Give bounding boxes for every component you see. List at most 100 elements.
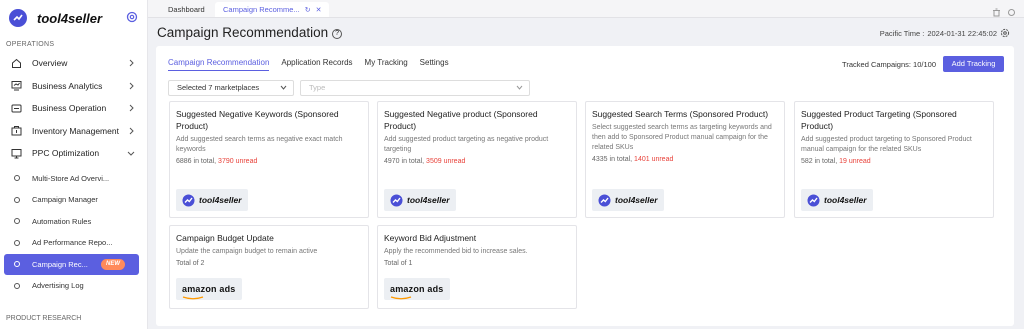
card-description: Apply the recommended bid to increase sa…	[384, 248, 528, 255]
unread-count: 1401 unread	[634, 156, 674, 163]
sidebar-subitem-label: Campaign Rec...	[32, 259, 88, 269]
add-tracking-button[interactable]: Add Tracking	[943, 56, 1004, 72]
sidebar-item-business-analytics[interactable]: Business Analytics	[0, 75, 147, 98]
page-title-text: Campaign Recommendation	[157, 25, 329, 40]
operation-icon	[11, 103, 22, 114]
brand-text: tool4seller	[824, 195, 867, 205]
sidebar-subitem-campaign-manager[interactable]: Campaign Manager	[0, 189, 147, 211]
chevron-down-icon	[127, 151, 135, 156]
total-count: 6886 in total,	[176, 158, 217, 165]
chevron-right-icon	[129, 59, 134, 67]
sidebar-item-label: Inventory Management	[32, 125, 119, 136]
tab-label: Campaign Recomme...	[223, 5, 300, 14]
logo-text: tool4seller	[37, 10, 103, 26]
amazon-smile-icon	[182, 295, 204, 299]
unread-count: 3509 unread	[426, 158, 466, 165]
time-value: 2024-01-31 22:45:02	[927, 28, 997, 38]
card-stats: 4335 in total, 1401 unread	[586, 153, 784, 163]
card-stats: 6886 in total, 3790 unread	[170, 155, 368, 165]
circle-icon	[14, 218, 20, 225]
subtab-my-tracking[interactable]: My Tracking	[365, 58, 408, 71]
trash-icon[interactable]	[992, 4, 1001, 17]
sidebar-subitem-label: Advertising Log	[32, 281, 84, 291]
marketplace-select-value: Selected 7 marketplaces	[177, 83, 260, 92]
card-campaign-budget-update[interactable]: Campaign Budget Update Update the campai…	[169, 225, 369, 309]
sidebar-item-label: Overview	[32, 58, 68, 69]
card-suggested-negative-keywords[interactable]: Suggested Negative Keywords (Sponsored P…	[169, 101, 369, 218]
chevron-right-icon	[129, 104, 134, 112]
unread-count: 19 unread	[839, 158, 871, 165]
help-icon[interactable]: ?	[332, 29, 343, 39]
time-label: Pacific Time :	[879, 28, 925, 38]
chevron-right-icon	[129, 127, 134, 134]
chevron-down-icon	[280, 85, 287, 90]
unread-count: 3790 unread	[218, 158, 258, 165]
new-badge: NEW	[101, 258, 125, 270]
section-label-operations: OPERATIONS	[6, 41, 55, 48]
amazon-smile-icon	[390, 295, 412, 299]
card-description: Update the campaign budget to remain act…	[176, 248, 318, 255]
chevron-down-icon	[516, 85, 523, 90]
sidebar-item-label: Business Operation	[32, 103, 107, 114]
sidebar-item-overview[interactable]: Overview	[0, 52, 147, 75]
total-count: Total of 1	[384, 260, 413, 267]
subtab-settings[interactable]: Settings	[420, 58, 449, 71]
gear-icon[interactable]	[125, 10, 139, 24]
total-count: Total of 2	[176, 260, 205, 267]
card-title: Campaign Budget Update	[176, 233, 274, 243]
card-title: Keyword Bid Adjustment	[384, 233, 477, 243]
sidebar-subitem-label: Campaign Manager	[32, 195, 98, 205]
refresh-icon[interactable]: ↻	[305, 3, 311, 18]
settings-icon[interactable]	[1000, 28, 1010, 38]
tool4seller-logo: tool4seller	[384, 189, 456, 211]
sidebar-item-label: Business Analytics	[32, 80, 103, 91]
subtab-campaign-recommendation[interactable]: Campaign Recommendation	[168, 58, 270, 71]
sidebar-item-business-operation[interactable]: Business Operation	[0, 97, 147, 120]
subtab-bar: Campaign Recommendation Application Reco…	[168, 58, 449, 71]
sidebar-subitem-label: Multi-Store Ad Overvi...	[32, 173, 110, 183]
tab-dashboard[interactable]: Dashboard	[160, 2, 213, 17]
tab-campaign-recommendation[interactable]: Campaign Recomme... ↻ ✕	[215, 2, 330, 18]
tool4seller-logo: tool4seller	[801, 189, 873, 211]
card-stats: 582 in total, 19 unread	[795, 155, 993, 165]
amazon-ads-logo: amazon ads	[384, 278, 450, 300]
sidebar-subitem-campaign-recommendation[interactable]: Campaign Rec... NEW	[4, 253, 139, 275]
logo[interactable]: tool4seller	[0, 0, 147, 36]
card-stats: 4970 in total, 3509 unread	[378, 155, 576, 165]
sidebar-subitem-ad-performance[interactable]: Ad Performance Repo...	[0, 232, 147, 254]
total-count: 4970 in total,	[384, 158, 425, 165]
card-keyword-bid-adjustment[interactable]: Keyword Bid Adjustment Apply the recomme…	[377, 225, 577, 309]
card-title: Suggested Product Targeting (Sponsored P…	[801, 109, 957, 131]
card-title: Suggested Negative Keywords (Sponsored P…	[176, 109, 339, 131]
card-suggested-negative-product[interactable]: Suggested Negative product (Sponsored Pr…	[377, 101, 577, 218]
marketplace-select[interactable]: Selected 7 marketplaces	[168, 80, 294, 96]
logo-icon	[9, 9, 27, 27]
brand-text: amazon ads	[182, 283, 236, 294]
brand-text: tool4seller	[407, 195, 450, 205]
subtab-application-records[interactable]: Application Records	[281, 58, 352, 71]
card-suggested-product-targeting[interactable]: Suggested Product Targeting (Sponsored P…	[794, 101, 994, 218]
type-select[interactable]: Type	[300, 80, 530, 96]
card-description: Add suggested product targeting as negat…	[384, 136, 549, 153]
page-title: Campaign Recommendation?	[157, 25, 343, 40]
card-description: Add suggested search terms as negative e…	[176, 136, 343, 153]
total-count: 4335 in total,	[592, 156, 633, 163]
card-title: Suggested Negative product (Sponsored Pr…	[384, 109, 538, 131]
sidebar-item-inventory-management[interactable]: Inventory Management	[0, 120, 147, 143]
card-suggested-search-terms[interactable]: Suggested Search Terms (Sponsored Produc…	[585, 101, 785, 218]
circle-icon	[14, 261, 20, 268]
sidebar-subitem-advertising-log[interactable]: Advertising Log	[0, 275, 147, 297]
sidebar-item-ppc-optimization[interactable]: PPC Optimization	[0, 142, 147, 165]
window-controls	[992, 4, 1016, 17]
inventory-icon	[11, 125, 22, 136]
sidebar: tool4seller OPERATIONS Overview Business…	[0, 0, 148, 329]
sidebar-item-label: PPC Optimization	[32, 148, 100, 159]
refresh-icon[interactable]	[1007, 4, 1016, 16]
tool4seller-logo: tool4seller	[592, 189, 664, 211]
amazon-ads-logo: amazon ads	[176, 278, 242, 300]
card-stats: Total of 2	[170, 257, 368, 267]
type-select-placeholder: Type	[309, 83, 326, 92]
sidebar-subitem-automation-rules[interactable]: Automation Rules	[0, 211, 147, 233]
sidebar-subitem-multi-store[interactable]: Multi-Store Ad Overvi...	[0, 168, 147, 190]
close-icon[interactable]: ✕	[316, 3, 322, 18]
